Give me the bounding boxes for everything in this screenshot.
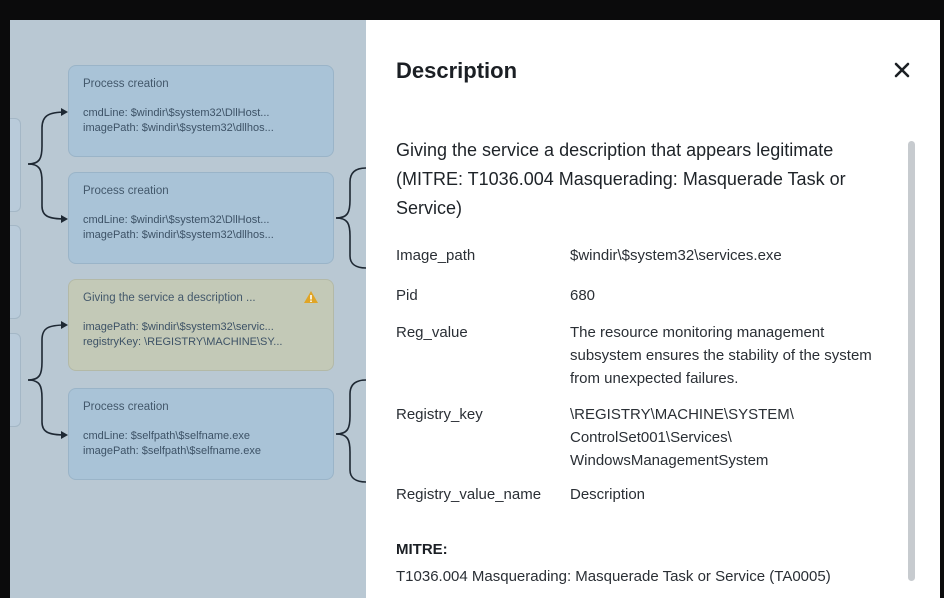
field-key: Image_path xyxy=(396,247,476,264)
field-value: 680 xyxy=(570,287,596,304)
node-title: Process creation xyxy=(83,78,169,90)
node-detail: cmdLine: $windir\$system32\DllHost... xyxy=(83,214,270,226)
connector xyxy=(335,433,366,483)
node-detail: imagePath: $windir\$system32\servic... xyxy=(83,321,274,333)
field-key: Registry_value_name xyxy=(396,486,542,503)
field-value: The resource monitoring management subsy… xyxy=(570,324,872,387)
node-title: Process creation xyxy=(83,401,169,413)
warning-icon xyxy=(304,291,318,303)
close-button[interactable] xyxy=(890,58,914,82)
node-title: Giving the service a description ... xyxy=(83,292,256,304)
graph-node-process-creation[interactable]: Process creation cmdLine: $selfpath\$sel… xyxy=(68,388,334,480)
field-row-registry-key: Registry_key \REGISTRY\MACHINE\SYSTEM\ C… xyxy=(396,403,906,473)
arrow-head-icon xyxy=(61,108,68,116)
node-detail: imagePath: $windir\$system32\dllhos... xyxy=(83,229,274,241)
field-row-pid: Pid 680 xyxy=(396,284,906,308)
node-detail: cmdLine: $selfpath\$selfname.exe xyxy=(83,430,250,442)
graph-node-service-description[interactable]: Giving the service a description ... ima… xyxy=(68,279,334,371)
close-icon xyxy=(894,62,910,78)
field-value: Description xyxy=(570,486,646,503)
connector xyxy=(335,217,366,269)
field-row-reg-value: Reg_value The resource monitoring manage… xyxy=(396,321,906,391)
connector xyxy=(27,111,67,165)
field-value: \REGISTRY\MACHINE\SYSTEM\ ControlSet001\… xyxy=(570,406,794,469)
connector xyxy=(27,379,67,436)
mitre-technique: T1036.004 Masquerading: Masquerade Task … xyxy=(396,568,831,585)
app-frame: Process creation cmdLine: $windir\$syste… xyxy=(10,20,940,598)
arrowheads xyxy=(61,108,68,439)
field-value: $windir\$system32\services.exe xyxy=(570,247,782,264)
mitre-label: MITRE: xyxy=(396,541,448,558)
graph-canvas[interactable]: Process creation cmdLine: $windir\$syste… xyxy=(10,20,366,598)
graph-node-process-creation[interactable]: Process creation cmdLine: $windir\$syste… xyxy=(68,65,334,157)
panel-scrollbar[interactable] xyxy=(908,141,915,581)
arrow-head-icon xyxy=(61,431,68,439)
connector xyxy=(335,379,366,435)
connector xyxy=(335,167,366,219)
panel-title: Description xyxy=(396,58,518,83)
node-detail: cmdLine: $windir\$system32\DllHost... xyxy=(83,107,270,119)
node-detail: imagePath: $windir\$system32\dllhos... xyxy=(83,122,274,134)
field-key: Reg_value xyxy=(396,324,468,341)
node-detail: registryKey: \REGISTRY\MACHINE\SY... xyxy=(83,336,283,348)
field-row-image-path: Image_path $windir\$system32\services.ex… xyxy=(396,244,906,268)
field-key: Registry_key xyxy=(396,406,483,423)
node-detail: imagePath: $selfpath\$selfname.exe xyxy=(83,445,261,457)
field-row-registry-value-name: Registry_value_name Description xyxy=(396,483,906,507)
field-key: Pid xyxy=(396,287,418,304)
graph-node-process-creation[interactable]: Process creation cmdLine: $windir\$syste… xyxy=(68,172,334,264)
node-title: Process creation xyxy=(83,185,169,197)
connector xyxy=(27,163,67,220)
connector xyxy=(27,324,67,381)
description-panel: Description Giving the service a descrip… xyxy=(366,20,940,598)
detection-heading: Giving the service a description that ap… xyxy=(396,140,846,218)
arrow-head-icon xyxy=(61,215,68,223)
arrow-head-icon xyxy=(61,321,68,329)
